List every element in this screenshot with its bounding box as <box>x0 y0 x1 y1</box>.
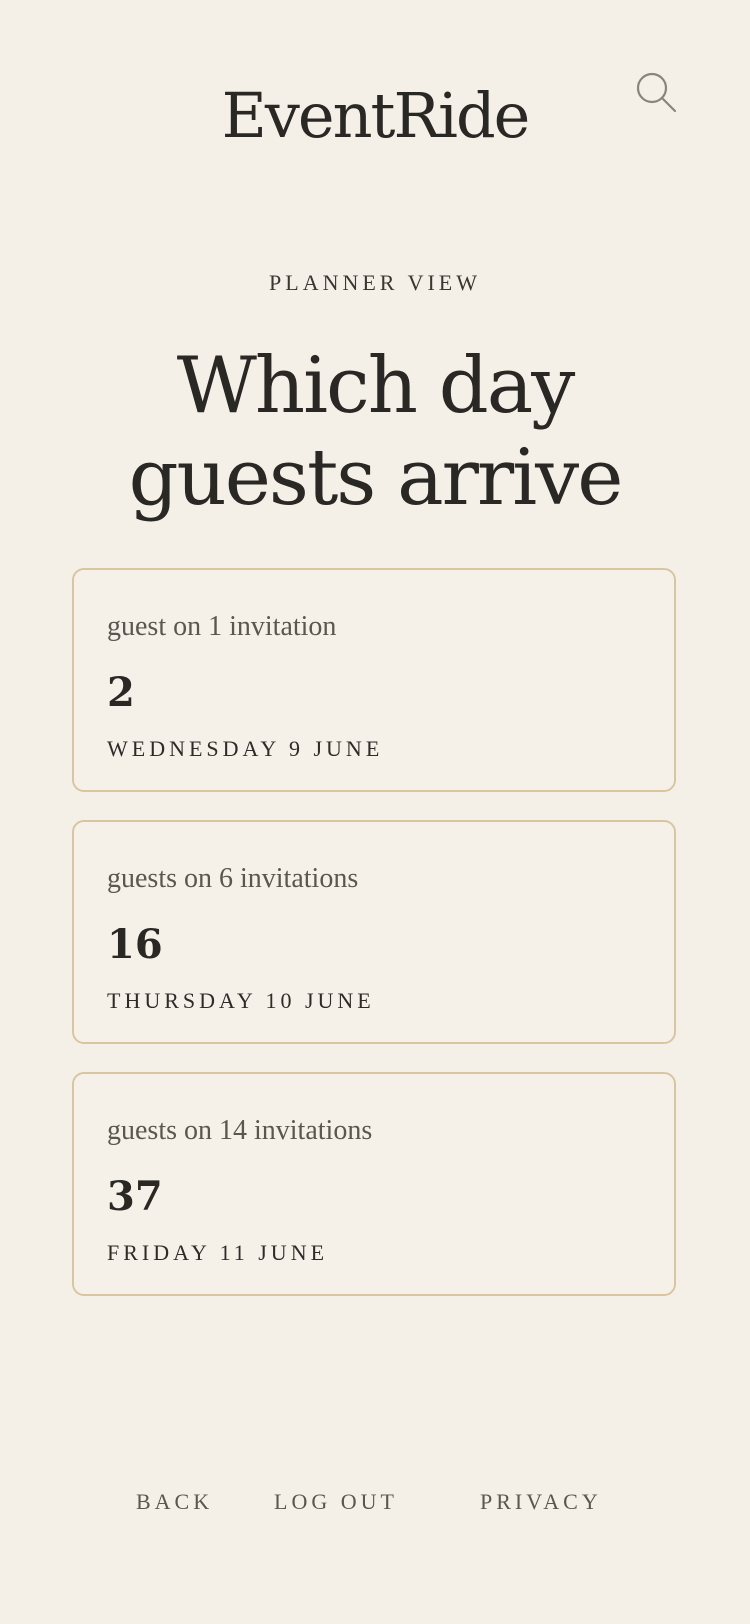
log-out-link[interactable]: LOG OUT <box>274 1482 398 1522</box>
app-header: EventRide <box>0 0 750 200</box>
invitation-count-label: guests on 6 invitations <box>107 863 359 894</box>
back-link[interactable]: BACK <box>136 1482 213 1522</box>
guest-count: 16 <box>107 921 163 968</box>
privacy-link[interactable]: PRIVACY <box>480 1482 602 1522</box>
guest-count: 2 <box>107 669 135 716</box>
page-title-text: Which day guests arrive <box>128 341 624 523</box>
planner-view-label: PLANNER VIEW <box>269 270 481 295</box>
arrival-date: THURSDAY 10 JUNE <box>107 988 375 1013</box>
arrival-date: WEDNESDAY 9 JUNE <box>107 736 384 761</box>
invitation-count-label: guests on 14 invitations <box>107 1115 373 1146</box>
invitation-count-label: guest on 1 invitation <box>107 611 337 642</box>
page-title: Which day guests arrive <box>0 340 750 524</box>
arrival-day-card-wednesday[interactable]: guest on 1 invitation 2 WEDNESDAY 9 JUNE <box>72 568 676 792</box>
footer-nav: BACK LOG OUT PRIVACY <box>0 1482 750 1522</box>
search-button[interactable] <box>634 70 678 114</box>
guest-count: 37 <box>107 1173 163 1220</box>
search-icon <box>636 72 677 113</box>
arrival-day-card-friday[interactable]: guests on 14 invitations 37 FRIDAY 11 JU… <box>72 1072 676 1296</box>
arrival-day-card-thursday[interactable]: guests on 6 invitations 16 THURSDAY 10 J… <box>72 820 676 1044</box>
arrival-date: FRIDAY 11 JUNE <box>107 1240 329 1265</box>
